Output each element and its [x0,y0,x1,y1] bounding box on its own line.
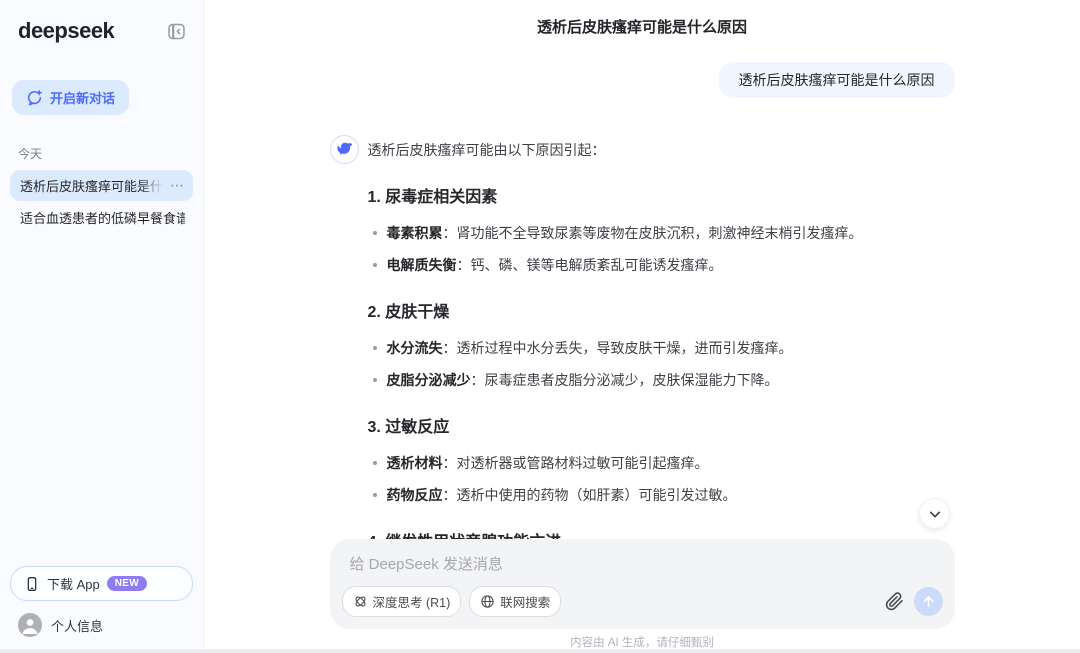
user-message-bubble: 透析后皮肤瘙痒可能是什么原因 [719,62,955,98]
bullet-term: 皮脂分泌减少 [387,372,471,388]
section-heading: 3. 过敏反应 [368,416,933,440]
section-heading: 4. 继发性甲状旁腺功能亢进 [368,531,933,539]
new-chat-icon [26,89,43,106]
chat-item-menu-icon[interactable]: ⋯ [170,177,185,194]
chat-history: 今天 透析后皮肤瘙痒可能是什么原因⋯ 适合血透患者的低磷早餐食谱 [10,145,193,566]
deep-think-toggle[interactable]: 深度思考 (R1) [342,586,462,617]
section-bullet-list: 水分流失：透析过程中水分丢失，导致皮肤干燥，进而引发瘙痒。皮脂分泌减少：尿毒症患… [368,338,933,391]
history-date-label: 今天 [10,145,193,170]
message-input[interactable] [342,545,943,586]
chat-header: 透析后皮肤瘙痒可能是什么原因 [204,0,1080,52]
chat-history-item-label: 适合血透患者的低磷早餐食谱 [20,208,185,227]
section-bullet-list: 透析材料：对透析器或管路材料过敏可能引起瘙痒。药物反应：透析中使用的药物（如肝素… [368,453,933,506]
sidebar-footer: 下载 App NEW 个人信息 [10,566,193,643]
chat-history-item[interactable]: 适合血透患者的低磷早餐食谱 [10,202,193,233]
chevron-down-icon [927,506,943,522]
globe-icon [480,594,495,609]
composer-toolbar: 深度思考 (R1) 联网搜索 [342,586,943,617]
deepseek-app: deepseek 开启新对话 [0,0,1080,653]
bullet-item: 药物反应：透析中使用的药物（如肝素）可能引发过敏。 [368,485,933,506]
web-search-label: 联网搜索 [500,592,550,611]
bullet-item: 毒素积累：肾功能不全导致尿素等废物在皮肤沉积，刺激神经末梢引发瘙痒。 [368,223,933,244]
sidebar-collapse-button[interactable] [164,19,189,44]
window-bottom-edge [0,649,1080,653]
bullet-item: 水分流失：透析过程中水分丢失，导致皮肤干燥，进而引发瘙痒。 [368,338,933,359]
deepseek-whale-icon [335,140,354,159]
collapse-sidebar-icon [166,21,187,42]
user-avatar-icon [18,613,42,637]
send-message-button[interactable] [914,587,943,616]
profile-button[interactable]: 个人信息 [10,601,193,643]
deep-think-label: 深度思考 (R1) [373,592,451,611]
bullet-term: 电解质失衡 [387,257,457,273]
composer-area: 深度思考 (R1) 联网搜索 [330,539,955,653]
bullet-item: 电解质失衡：钙、磷、镁等电解质紊乱可能诱发瘙痒。 [368,255,933,276]
history-list: 透析后皮肤瘙痒可能是什么原因⋯ 适合血透患者的低磷早餐食谱 [10,170,193,233]
assistant-sections: 1. 尿毒症相关因素毒素积累：肾功能不全导致尿素等废物在皮肤沉积，刺激神经末梢引… [368,186,933,539]
paperclip-icon [885,592,904,611]
new-chat-label: 开启新对话 [50,88,115,107]
bullet-item: 透析材料：对透析器或管路材料过敏可能引起瘙痒。 [368,453,933,474]
bullet-term: 水分流失 [387,340,443,356]
user-message-row: 透析后皮肤瘙痒可能是什么原因 [330,62,955,98]
chat-history-item-label: 透析后皮肤瘙痒可能是什么原因 [20,176,166,195]
assistant-avatar [330,135,359,164]
attach-file-button[interactable] [883,590,906,613]
sidebar: deepseek 开启新对话 [0,0,204,653]
download-app-label: 下载 App [47,574,100,593]
download-app-button[interactable]: 下载 App NEW [10,566,193,601]
assistant-message-content: 透析后皮肤瘙痒可能由以下原因引起： 1. 尿毒症相关因素毒素积累：肾功能不全导致… [368,135,933,539]
arrow-up-icon [921,594,936,609]
bullet-term: 药物反应 [387,487,443,503]
assistant-message-row: 透析后皮肤瘙痒可能由以下原因引起： 1. 尿毒症相关因素毒素积累：肾功能不全导致… [330,135,955,539]
web-search-toggle[interactable]: 联网搜索 [469,586,561,617]
ai-disclaimer: 内容由 AI 生成，请仔细甄别 [330,629,955,650]
new-badge: NEW [107,576,147,591]
deepseek-logo: deepseek [18,18,114,44]
composer: 深度思考 (R1) 联网搜索 [330,539,955,629]
chat-messages-area[interactable]: 透析后皮肤瘙痒可能是什么原因 透析后皮肤瘙痒可能由以下原因引起： 1. 尿毒症相… [204,52,1080,539]
section-bullet-list: 毒素积累：肾功能不全导致尿素等废物在皮肤沉积，刺激神经末梢引发瘙痒。电解质失衡：… [368,223,933,276]
page-title: 透析后皮肤瘙痒可能是什么原因 [537,16,747,37]
chat-column: 透析后皮肤瘙痒可能是什么原因 透析后皮肤瘙痒可能由以下原因引起： 1. 尿毒症相… [330,62,955,539]
bullet-item: 皮脂分泌减少：尿毒症患者皮脂分泌减少，皮肤保湿能力下降。 [368,370,933,391]
main-area: 透析后皮肤瘙痒可能是什么原因 透析后皮肤瘙痒可能是什么原因 [204,0,1080,653]
chat-history-item[interactable]: 透析后皮肤瘙痒可能是什么原因⋯ [10,170,193,201]
new-chat-button[interactable]: 开启新对话 [12,80,129,115]
section-heading: 2. 皮肤干燥 [368,301,933,325]
smartphone-icon [24,576,40,592]
profile-label: 个人信息 [51,616,103,635]
scroll-to-bottom-button[interactable] [919,498,950,529]
bullet-term: 毒素积累 [387,225,443,241]
bullet-term: 透析材料 [387,455,443,471]
assistant-intro: 透析后皮肤瘙痒可能由以下原因引起： [368,140,933,161]
section-heading: 1. 尿毒症相关因素 [368,186,933,210]
deep-think-icon [353,594,368,609]
sidebar-header: deepseek [10,14,193,44]
